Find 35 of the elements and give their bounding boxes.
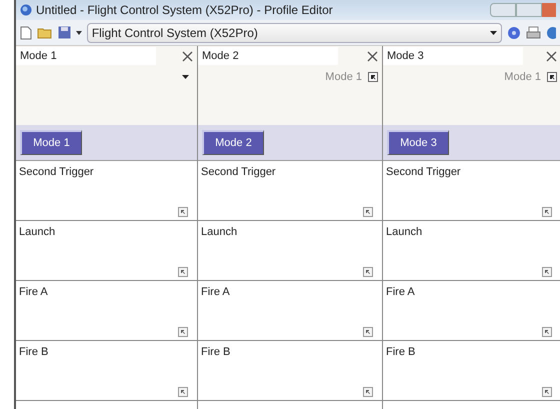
mode-name-field[interactable]: Mode 3 [383,47,523,65]
expand-icon[interactable] [363,387,373,397]
expand-icon[interactable] [363,267,373,277]
expand-icon[interactable] [178,267,188,277]
close-icon[interactable] [546,50,557,62]
expand-icon[interactable] [542,327,552,337]
link-icon[interactable] [547,72,557,82]
mode-button[interactable]: Mode 2 [202,130,264,155]
expand-icon[interactable] [178,387,188,397]
folder-icon[interactable] [36,26,53,39]
close-icon[interactable] [182,50,193,62]
window-title: Untitled - Flight Control System (X52Pro) - Profile Editor [36,2,333,19]
save-icon[interactable] [58,26,71,39]
linked-mode-label: Mode 1 [504,70,541,85]
expand-icon[interactable] [542,207,552,217]
new-file-icon[interactable] [20,26,32,40]
app-icon [20,4,32,16]
dropdown-arrow-icon[interactable] [490,30,498,34]
expand-icon[interactable] [363,327,373,337]
printer-icon[interactable] [526,26,542,40]
expand-icon[interactable] [542,387,552,397]
mode-name-field[interactable]: Mode 1 [16,47,156,65]
expand-icon[interactable] [542,267,552,277]
expand-icon[interactable] [363,207,373,217]
close-icon[interactable] [367,50,378,62]
profile-dropdown[interactable]: Flight Control System (X52Pro) [86,22,502,42]
expand-icon[interactable] [178,327,188,337]
caret-icon[interactable] [76,30,82,34]
linked-mode-label: Mode 1 [325,70,362,85]
mode-name-field[interactable]: Mode 2 [198,47,338,65]
link-icon[interactable] [368,72,378,82]
expand-icon[interactable] [178,207,188,217]
dropdown-arrow-icon[interactable] [182,75,189,79]
mode-button[interactable]: Mode 1 [20,130,82,155]
mode-button[interactable]: Mode 3 [387,130,449,155]
